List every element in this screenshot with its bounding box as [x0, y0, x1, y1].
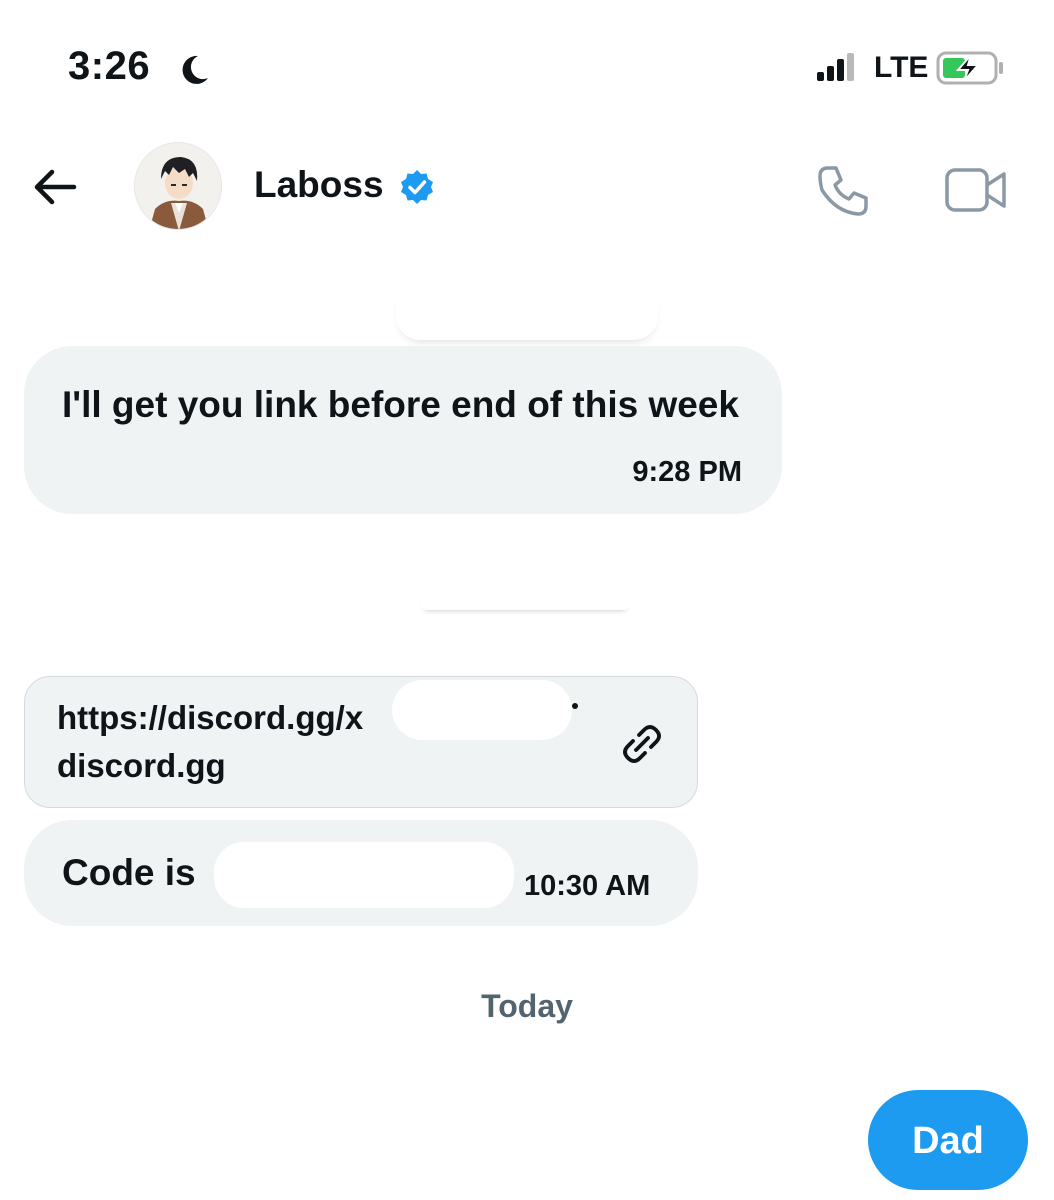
back-arrow-icon[interactable] [28, 160, 82, 214]
avatar[interactable] [134, 142, 222, 230]
redacted-message [396, 280, 658, 340]
contact-name[interactable]: Laboss [254, 164, 384, 206]
sent-message[interactable]: Dad [868, 1090, 1028, 1190]
conversation-header: Laboss [0, 130, 1054, 240]
message-text: Code is [62, 852, 196, 893]
video-camera-icon[interactable] [944, 164, 1008, 216]
message-text: I'll get you link before end of this wee… [62, 384, 739, 425]
phone-icon[interactable] [814, 160, 874, 220]
link-preview-card[interactable]: https://discord.gg/x discord.gg [24, 676, 698, 808]
signal-icon [817, 53, 854, 81]
message-timestamp: 9:28 PM [632, 456, 742, 488]
link-domain: discord.gg [57, 747, 226, 784]
verified-badge-icon [401, 170, 433, 204]
link-url-dot [572, 703, 578, 709]
avatar-illustration [135, 143, 221, 229]
moon-icon [182, 55, 208, 84]
redacted-message [420, 596, 630, 610]
network-label: LTE [874, 51, 929, 84]
status-time: 3:26 [68, 44, 151, 88]
link-icon [623, 725, 661, 763]
received-message[interactable]: I'll get you link before end of this wee… [24, 346, 782, 514]
message-timestamp: 10:30 AM [524, 870, 651, 902]
day-separator: Today [481, 988, 573, 1024]
status-bar: 3:26 LTE [0, 0, 1054, 130]
link-url[interactable]: https://discord.gg/x [57, 699, 363, 737]
battery-charging-icon [936, 51, 1003, 85]
redacted-link-part [392, 680, 572, 740]
redacted-code [214, 842, 514, 908]
message-text: Dad [912, 1120, 984, 1162]
